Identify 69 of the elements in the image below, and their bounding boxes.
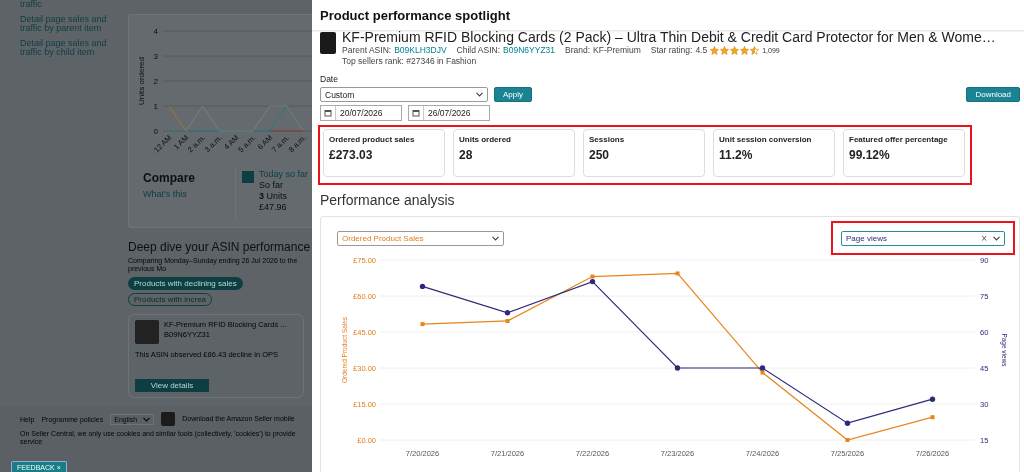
compare-text: £47.96 [259, 202, 288, 212]
product-image [135, 320, 159, 344]
caret-icon [993, 235, 1000, 241]
detail-label: Brand: [565, 45, 591, 55]
star-icon [730, 45, 740, 55]
caret-icon [492, 235, 499, 241]
star-icon [720, 45, 730, 55]
caret-icon [143, 416, 151, 422]
section-title: Compare [143, 171, 196, 185]
detail-label: Star rating: [650, 45, 693, 55]
metric-label: Ordered product sales [329, 135, 416, 144]
clear-button[interactable]: × [981, 232, 987, 244]
metric-select[interactable]: Page views × [841, 230, 1005, 246]
detail-value: 4.5 [695, 45, 708, 55]
data-point [930, 415, 935, 420]
app-icon [161, 412, 176, 426]
data-point [674, 365, 681, 371]
panel-title: Product performance spotlight [320, 7, 510, 23]
star-icon [750, 45, 760, 55]
metric-value: 99.12% [849, 148, 891, 162]
section-title: Performance analysis [320, 192, 456, 208]
section-title: Deep dive your ASIN performance [128, 240, 312, 254]
detail-label: Parent ASIN: [342, 45, 392, 55]
product-title: KF-Premium RFID Blocking Cards (2 Pack) – Ultra Thin Debit & Credit Card Protector for Men & Wome… [342, 30, 996, 44]
apply-button[interactable]: Apply [494, 87, 532, 102]
data-point [929, 396, 936, 402]
star-icon [740, 45, 750, 55]
compare-text: 3 Units [259, 191, 289, 201]
end-date-field[interactable]: 26/07/2026 [408, 105, 490, 121]
detail-value: KF-Premium [593, 45, 641, 55]
product-image [320, 32, 336, 54]
data-point [505, 318, 510, 323]
date-range-select[interactable]: Custom [320, 87, 488, 102]
asin-link[interactable]: B09N6YYZ31 [503, 45, 556, 55]
detail-label: Child ASIN: [456, 45, 501, 55]
axis-tick-label: 2 [153, 77, 158, 86]
sellers-rank: Top sellers rank: #27346 in Fashion [342, 56, 478, 66]
axis-tick-label: 0 [153, 127, 158, 136]
axis-tick-label: 3 [153, 52, 158, 61]
download-button[interactable]: Download [966, 87, 1020, 102]
checkbox[interactable] [242, 171, 254, 183]
axis-label: Units ordered [137, 57, 146, 105]
asin-link[interactable]: B09KLH3DJV [394, 45, 447, 55]
filter-chip[interactable]: Products with declining sales [128, 277, 243, 290]
metric-label: Units ordered [459, 135, 512, 144]
axis-tick-label: 1 [153, 102, 158, 111]
compare-text: So far [259, 180, 284, 190]
data-point [504, 310, 511, 316]
metric-label: Sessions [589, 135, 626, 144]
data-point [420, 322, 425, 327]
data-point [845, 438, 850, 442]
metric-value: 11.2% [719, 148, 754, 162]
metric-value: £273.03 [329, 148, 374, 162]
start-date-field[interactable]: 20/07/2026 [320, 105, 402, 121]
data-point [675, 271, 680, 276]
metric-value: 250 [589, 148, 611, 162]
data-point [844, 420, 851, 426]
metric-label: Unit session conversion [719, 135, 813, 144]
field-label: Date [320, 74, 339, 84]
metric-label: Featured offer percentage [849, 135, 949, 144]
star-icon [710, 45, 720, 55]
calendar-icon [412, 109, 420, 117]
metric-value: 28 [459, 148, 474, 162]
caret-icon [476, 92, 483, 97]
axis-tick-label: 4 [153, 27, 158, 36]
metric-select[interactable]: Ordered Product Sales [337, 230, 504, 246]
calendar-icon [324, 109, 332, 117]
view-details-button[interactable]: View details [135, 379, 209, 392]
data-point [419, 283, 426, 290]
